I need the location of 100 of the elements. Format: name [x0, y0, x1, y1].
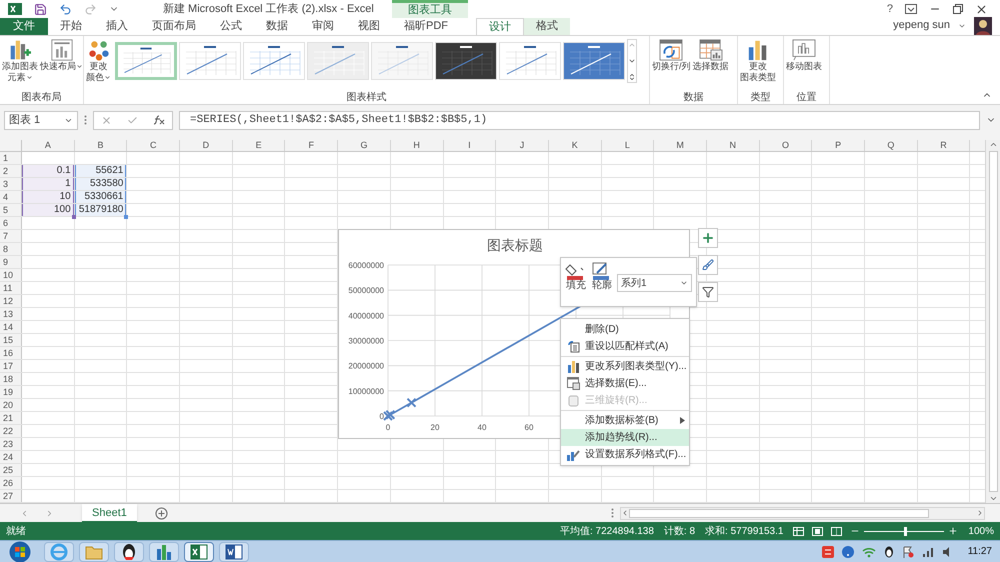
scroll-right-icon[interactable] [45, 508, 54, 518]
ribbon-tab[interactable]: 文件 [0, 18, 48, 35]
clock[interactable]: 11:27 [968, 544, 992, 559]
row-header[interactable]: 25 [0, 464, 22, 476]
undo-icon[interactable] [59, 2, 72, 16]
range-handle[interactable] [124, 215, 128, 219]
taskbar-app[interactable] [219, 542, 249, 562]
expand-icon[interactable] [628, 73, 636, 81]
column-header[interactable]: H [390, 140, 444, 151]
ribbon-tab[interactable]: 福昕PDF [392, 18, 460, 35]
ribbon-button[interactable]: 添加图表 元素 [2, 39, 38, 83]
row-header[interactable]: 8 [0, 243, 22, 255]
column-header[interactable]: E [232, 140, 286, 151]
data-point[interactable] [385, 410, 396, 420]
scroll-down-icon[interactable] [988, 494, 998, 503]
chart-style-thumbnail[interactable] [563, 42, 625, 80]
ribbon-tab[interactable]: 格式 [524, 18, 570, 35]
scroll-right-icon[interactable] [976, 509, 984, 517]
ribbon-tab[interactable]: 视图 [346, 18, 392, 35]
row-header[interactable]: 23 [0, 438, 22, 450]
row-header[interactable]: 13 [0, 308, 22, 320]
ribbon-button[interactable]: 移动图表 [786, 39, 822, 72]
scroll-left-icon[interactable] [621, 509, 629, 517]
row-header[interactable]: 10 [0, 269, 22, 281]
zoom-thumb[interactable] [904, 526, 908, 536]
range-handle[interactable] [72, 215, 76, 219]
input-method-icon[interactable] [822, 546, 834, 558]
menu-item[interactable]: 更改系列图表类型(Y)... [561, 356, 689, 375]
menu-item[interactable]: 添加趋势线(R)... [561, 429, 689, 446]
row-header[interactable]: 14 [0, 321, 22, 333]
column-header[interactable]: Q [865, 140, 918, 151]
ribbon-button[interactable]: 快速布局 [40, 39, 83, 72]
help-tray-icon[interactable] [842, 546, 854, 558]
zoom-in-icon[interactable] [948, 526, 958, 536]
sheet-tab[interactable]: Sheet1 [82, 504, 137, 522]
chart-elements-button[interactable] [698, 228, 718, 248]
column-header[interactable]: D [180, 140, 233, 151]
column-header[interactable]: L [602, 140, 654, 151]
column-header[interactable]: A [22, 140, 75, 151]
scroll-left-icon[interactable] [20, 508, 29, 518]
horizontal-scrollbar[interactable] [620, 506, 985, 520]
close-icon[interactable] [975, 2, 988, 16]
chart-style-thumbnail[interactable] [115, 42, 177, 80]
row-header[interactable]: 9 [0, 256, 22, 268]
row-header[interactable]: 6 [0, 217, 22, 229]
row-header[interactable]: 27 [0, 490, 22, 502]
ribbon-button[interactable]: 更改 图表类型 [740, 39, 776, 83]
save-icon[interactable] [34, 2, 47, 16]
chart-filters-button[interactable] [698, 282, 718, 302]
row-header[interactable]: 3 [0, 178, 22, 190]
chart-style-thumbnail[interactable] [371, 42, 433, 80]
row-header[interactable]: 5 [0, 204, 22, 216]
menu-item[interactable]: 重设以匹配样式(A) [561, 338, 689, 355]
ribbon-tab[interactable]: 数据 [254, 18, 300, 35]
chart-style-thumbnail[interactable] [499, 42, 561, 80]
row-header[interactable]: 16 [0, 347, 22, 359]
page-layout-icon[interactable] [812, 526, 824, 536]
chart-styles-button[interactable] [698, 255, 718, 275]
row-header[interactable]: 7 [0, 230, 22, 242]
row-header[interactable]: 2 [0, 165, 22, 177]
row-header[interactable]: 12 [0, 295, 22, 307]
menu-item[interactable]: 设置数据系列格式(F)... [561, 446, 689, 463]
series-dropdown[interactable]: 系列1 [617, 274, 692, 292]
row-header[interactable]: 22 [0, 425, 22, 437]
vertical-scrollbar[interactable] [985, 140, 1000, 503]
add-sheet-icon[interactable] [154, 506, 168, 520]
more-icon[interactable] [611, 508, 614, 518]
column-header[interactable]: F [285, 140, 338, 151]
row-header[interactable]: 20 [0, 399, 22, 411]
ribbon-display-icon[interactable] [905, 4, 917, 14]
flag-icon[interactable] [902, 546, 914, 558]
column-header[interactable]: I [444, 140, 496, 151]
column-header[interactable]: G [338, 140, 391, 151]
ribbon-tab[interactable]: 设计 [476, 18, 524, 35]
ribbon-tab[interactable]: 审阅 [300, 18, 346, 35]
column-header[interactable]: R [918, 140, 970, 151]
row-header[interactable]: 4 [0, 191, 22, 203]
penguin-icon[interactable] [884, 546, 894, 558]
zoom-level[interactable]: 100% [968, 524, 994, 538]
ribbon-tab[interactable]: 页面布局 [140, 18, 208, 35]
help-button[interactable]: ? [886, 0, 893, 18]
ribbon-button[interactable]: 更改 颜色 [86, 39, 111, 83]
row-header[interactable]: 15 [0, 334, 22, 346]
chart-style-thumbnail[interactable] [243, 42, 305, 80]
scroll-up-icon[interactable] [988, 140, 998, 149]
scroll-down-icon[interactable] [628, 57, 636, 65]
data-point[interactable] [406, 398, 416, 408]
menu-item[interactable]: 删除(D) [561, 321, 689, 338]
outline-button[interactable]: 轮廓 [591, 262, 613, 292]
column-header[interactable]: K [548, 140, 602, 151]
name-box[interactable]: 图表 1 [4, 110, 78, 130]
more-icon[interactable] [84, 115, 87, 125]
chart-style-thumbnail[interactable] [307, 42, 369, 80]
row-header[interactable]: 19 [0, 386, 22, 398]
ribbon-tab[interactable]: 公式 [208, 18, 254, 35]
fill-button[interactable]: 填充 [565, 262, 587, 292]
taskbar-app[interactable] [114, 542, 144, 562]
row-header[interactable]: 18 [0, 373, 22, 385]
column-header[interactable]: C [127, 140, 180, 151]
restore-icon[interactable] [953, 4, 963, 14]
